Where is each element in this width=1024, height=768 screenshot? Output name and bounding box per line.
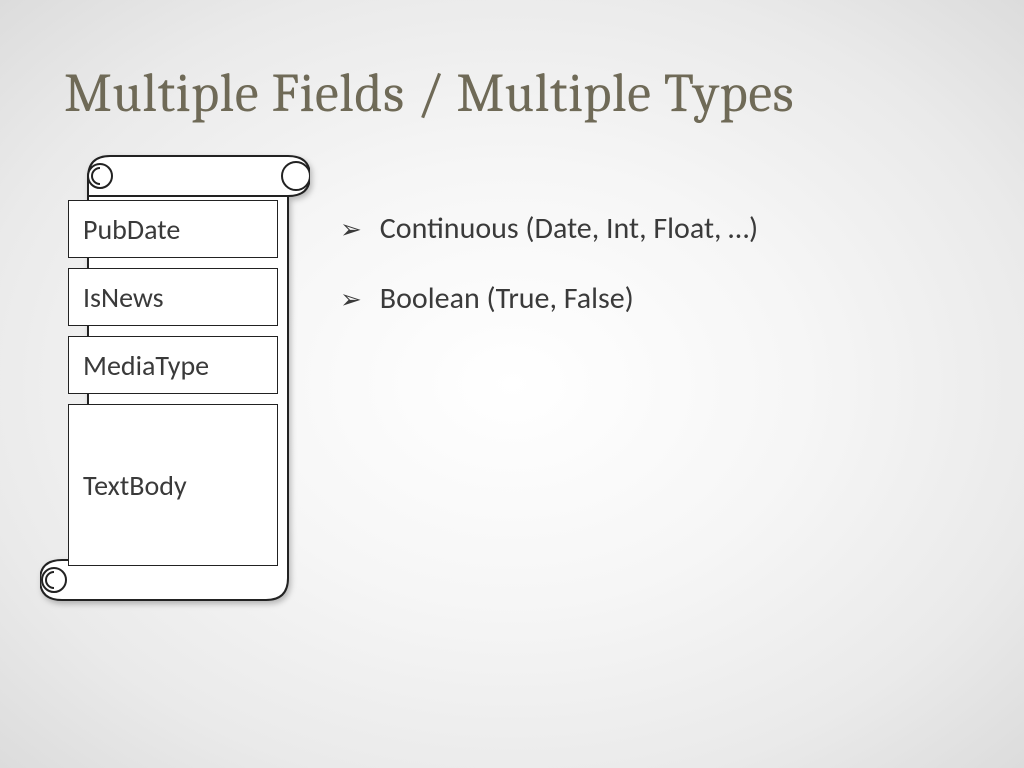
- field-isnews: IsNews: [68, 268, 278, 326]
- bullet-list: ➢ Continuous (Date, Int, Float, …) ➢ Boo…: [340, 210, 980, 350]
- triangle-right-icon: ➢: [340, 280, 362, 318]
- slide: Multiple Fields / Multiple Types PubDate…: [0, 0, 1024, 768]
- field-list: PubDate IsNews MediaType TextBody: [68, 200, 278, 576]
- field-label: MediaType: [83, 348, 209, 383]
- slide-title: Multiple Fields / Multiple Types: [64, 62, 794, 125]
- bullet-text: Boolean (True, False): [380, 280, 634, 318]
- field-textbody: TextBody: [68, 404, 278, 566]
- triangle-right-icon: ➢: [340, 210, 362, 248]
- field-label: IsNews: [83, 280, 164, 315]
- field-label: TextBody: [83, 468, 187, 503]
- bullet-item: ➢ Boolean (True, False): [340, 280, 980, 318]
- field-pubdate: PubDate: [68, 200, 278, 258]
- bullet-item: ➢ Continuous (Date, Int, Float, …): [340, 210, 980, 248]
- field-label: PubDate: [83, 212, 180, 247]
- bullet-text: Continuous (Date, Int, Float, …): [380, 210, 758, 248]
- field-mediatype: MediaType: [68, 336, 278, 394]
